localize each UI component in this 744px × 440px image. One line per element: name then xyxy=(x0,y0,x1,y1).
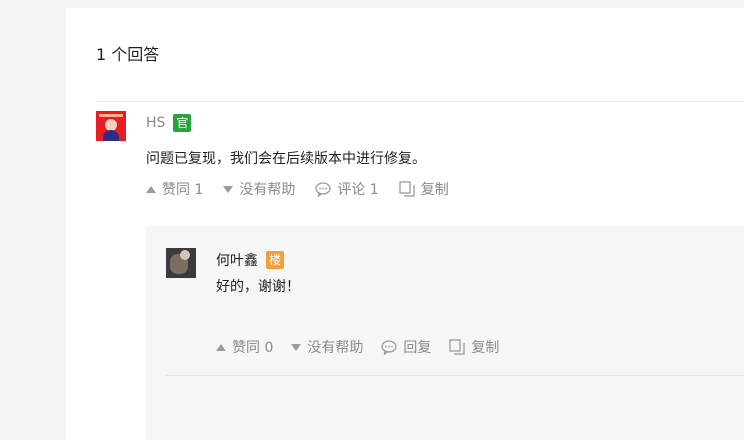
divider xyxy=(96,101,744,102)
downvote-icon xyxy=(291,343,302,351)
reply-copy-button[interactable]: 复制 xyxy=(449,337,499,357)
answer-user-line: HS 官 xyxy=(146,114,192,132)
reply-like-label: 赞同 0 xyxy=(232,340,274,356)
reply-not-helpful-label: 没有帮助 xyxy=(307,340,364,356)
official-badge: 官 xyxy=(173,114,192,132)
not-helpful-label: 没有帮助 xyxy=(239,182,296,198)
upvote-icon xyxy=(216,343,226,351)
reply-like-button[interactable]: 赞同 0 xyxy=(216,337,273,357)
avatar[interactable] xyxy=(96,111,126,141)
comment-label: 评论 1 xyxy=(337,182,379,198)
reply-label: 回复 xyxy=(403,340,432,356)
downvote-icon xyxy=(223,185,234,193)
reply-button[interactable]: 回复 xyxy=(381,337,431,357)
reply-copy-label: 复制 xyxy=(471,340,500,356)
avatar-decoration xyxy=(99,114,123,117)
answers-count: 1 个回答 xyxy=(96,45,160,64)
copy-icon xyxy=(449,339,466,355)
reply-username[interactable]: 何叶鑫 xyxy=(216,250,258,270)
copy-button[interactable]: 复制 xyxy=(399,179,449,199)
comment-button[interactable]: 评论 1 xyxy=(315,179,379,199)
copy-label: 复制 xyxy=(420,182,449,198)
like-label: 赞同 1 xyxy=(162,182,204,198)
copy-icon xyxy=(399,181,415,197)
answer-username[interactable]: HS xyxy=(146,115,165,131)
reply-user-line: 何叶鑫 楼 xyxy=(216,250,284,270)
reply-section: 何叶鑫 楼 好的，谢谢！ 赞同 0 没有帮助 回复 复制 xyxy=(146,226,744,440)
not-helpful-button[interactable]: 没有帮助 xyxy=(223,179,295,199)
reply-not-helpful-button[interactable]: 没有帮助 xyxy=(291,337,363,357)
comment-icon xyxy=(381,340,398,355)
answer-actions: 赞同 1 没有帮助 评论 1 复制 xyxy=(146,179,449,199)
reply-avatar-light xyxy=(180,250,190,260)
answer-content: 问题已复现，我们会在后续版本中进行修复。 xyxy=(146,151,426,167)
avatar-body xyxy=(103,130,119,141)
reply-divider xyxy=(166,375,744,376)
answers-card: 1 个回答 HS 官 问题已复现，我们会在后续版本中进行修复。 赞同 1 没有帮… xyxy=(66,8,744,440)
upvote-icon xyxy=(146,185,156,193)
reply-actions: 赞同 0 没有帮助 回复 复制 xyxy=(216,337,499,357)
like-button[interactable]: 赞同 1 xyxy=(146,179,203,199)
op-badge: 楼 xyxy=(266,251,284,269)
reply-avatar[interactable] xyxy=(166,248,196,278)
comment-icon xyxy=(315,182,332,197)
reply-content: 好的，谢谢！ xyxy=(216,279,300,295)
